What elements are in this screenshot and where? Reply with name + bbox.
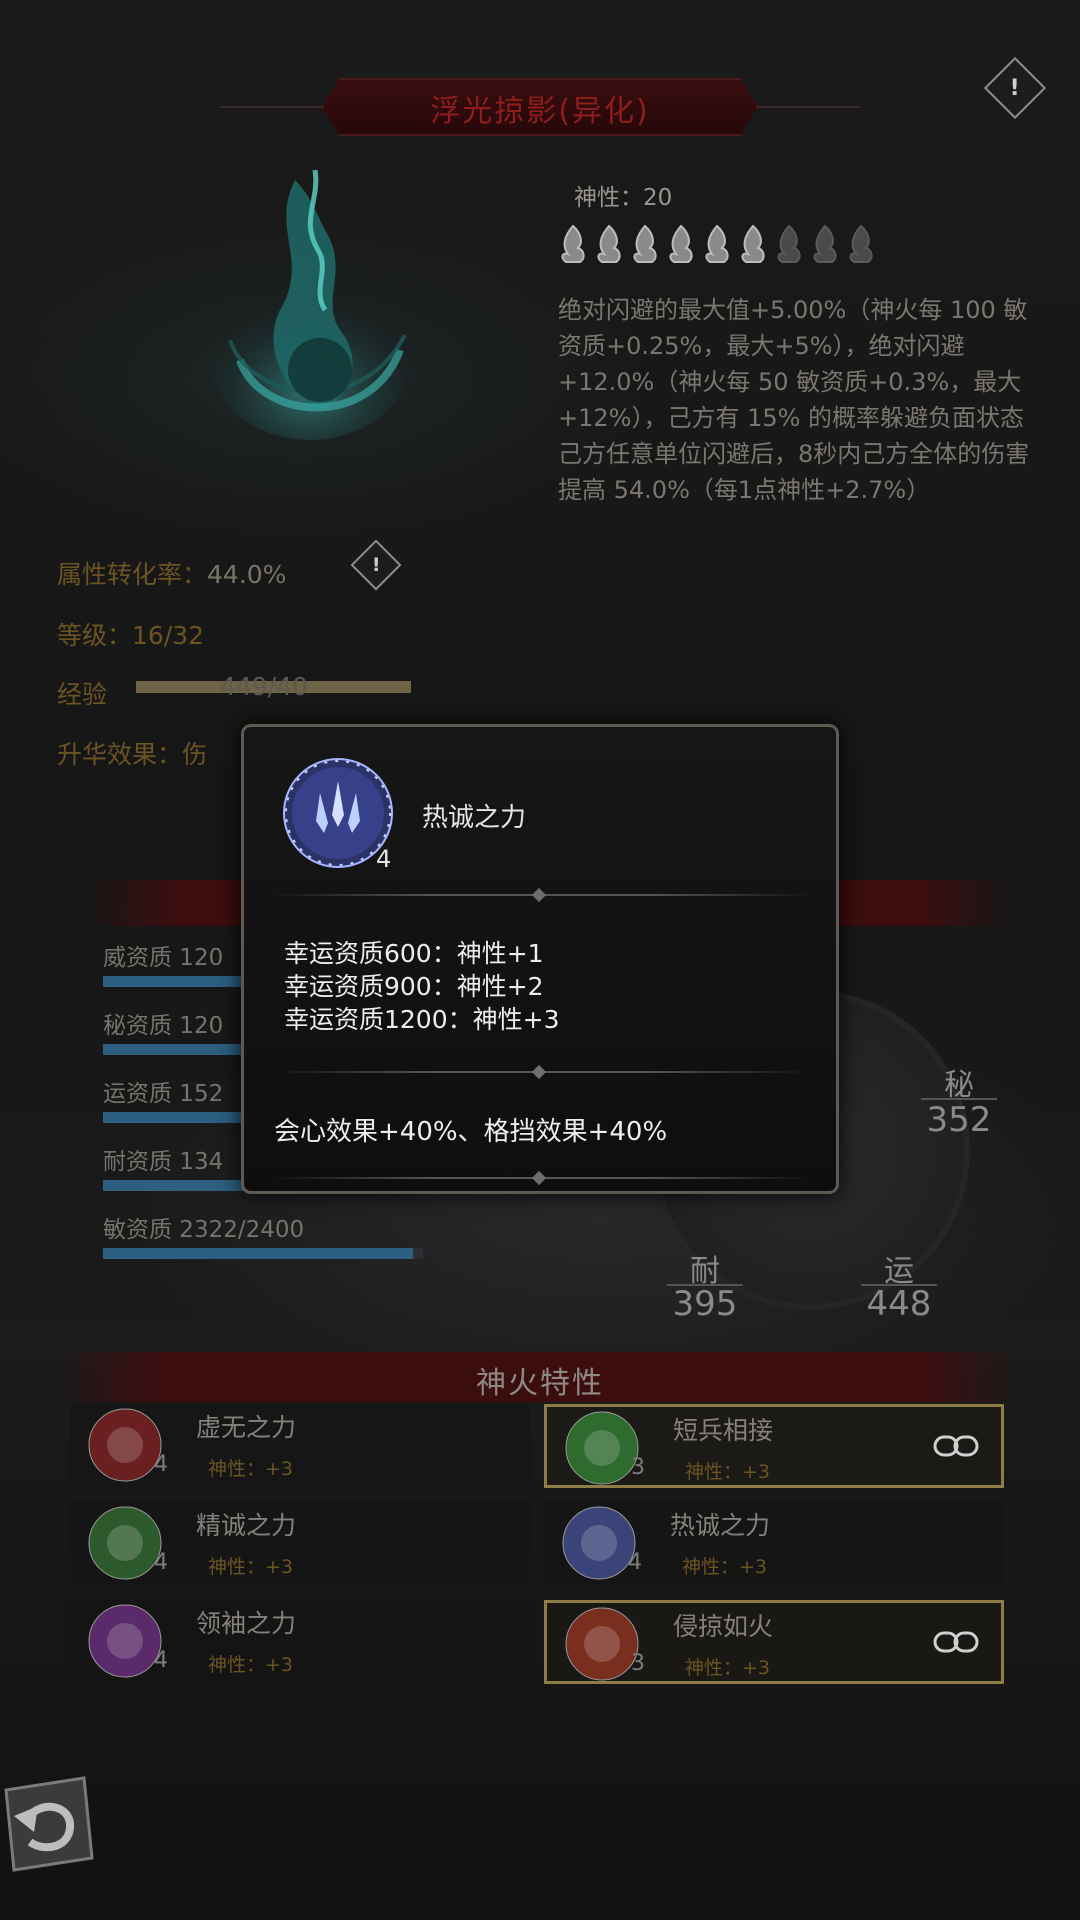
level-row: 等级：16/32 xyxy=(57,616,204,652)
exp-value: 449/40 xyxy=(220,672,308,701)
trait-card[interactable]: 4 领袖之力神性：+3 xyxy=(70,1600,530,1684)
traits-grid: 4 虚无之力 神性：+3 3 短兵相接 神性：+3 4 精诚之力 神性：+3 4 热诚之力 神性：+3… xyxy=(60,1404,1020,1694)
trait-divinity: 神性：+3 xyxy=(208,1458,294,1480)
conversion-row: 属性转化率：44.0% xyxy=(57,555,286,591)
trait-card[interactable]: 3 短兵相接神性：+3 xyxy=(544,1404,1004,1488)
modal-divider-mid xyxy=(272,1064,812,1080)
trait-level: 3 xyxy=(631,1651,645,1676)
effect-description: 绝对闪避的最大值+5.00%（神火每 100 敏资质+0.25%，最大+5%），… xyxy=(558,292,1038,508)
trait-name: 领袖之力 xyxy=(196,1609,297,1638)
title-line-right xyxy=(756,106,860,108)
trait-name: 短兵相接 xyxy=(673,1416,774,1445)
aptitude-bar-fill xyxy=(103,1044,263,1055)
aptitude-row: 敏资质 2322/2400 xyxy=(103,1210,523,1278)
flame-lit-icon xyxy=(705,224,729,263)
nai-value: 395 xyxy=(672,1284,738,1324)
trait-card[interactable]: 3 侵掠如火神性：+3 xyxy=(544,1600,1004,1684)
flame-lit-icon xyxy=(597,224,621,263)
mi-value: 352 xyxy=(926,1100,992,1140)
trait-divinity: 神性：+3 xyxy=(208,1654,294,1676)
flame-lit-icon xyxy=(633,224,657,263)
link-icon[interactable] xyxy=(933,1629,979,1655)
raid-fire-icon xyxy=(565,1607,639,1681)
trait-level: 3 xyxy=(631,1455,645,1480)
title-line-left xyxy=(220,106,324,108)
yun-value: 448 xyxy=(866,1284,932,1324)
trait-card[interactable]: 4 虚无之力神性：+3 xyxy=(70,1404,530,1488)
info-button[interactable]: ! xyxy=(983,56,1047,120)
trait-name: 侵掠如火 xyxy=(673,1612,774,1641)
level-label: 等级： xyxy=(57,621,133,650)
flame-lit-icon xyxy=(669,224,693,263)
conversion-label: 属性转化率： xyxy=(57,560,208,589)
traits-header: 神火特性 xyxy=(476,1366,604,1401)
requirement-line: 幸运资质1200：神性+3 xyxy=(284,1005,560,1034)
divinity-flames xyxy=(558,224,876,264)
level-value: 16/32 xyxy=(132,621,205,650)
trait-level: 4 xyxy=(628,1550,642,1575)
link-icon[interactable] xyxy=(933,1433,979,1459)
description-paragraph: 绝对闪避的最大值+5.00%（神火每 100 敏资质+0.25%，最大+5%），… xyxy=(558,296,1028,432)
flame-unlit-icon xyxy=(849,224,873,263)
trait-level: 4 xyxy=(154,1452,168,1477)
trait-detail-popup: 4 热诚之力 幸运资质600：神性+1 幸运资质900：神性+2 幸运资质1200：… xyxy=(241,724,839,1194)
description-paragraph: 己方任意单位闪避后，8秒内己方全体的伤害提高 54.0%（每1点神性+2.7%） xyxy=(558,440,1030,504)
conversion-value: 44.0% xyxy=(207,560,287,589)
trait-divinity: 神性：+3 xyxy=(208,1556,294,1578)
modal-divider-top xyxy=(272,887,812,903)
flame-lit-icon xyxy=(561,224,585,263)
trait-name: 热诚之力 xyxy=(670,1511,771,1540)
trait-divinity: 神性：+3 xyxy=(682,1556,768,1578)
page-title: 浮光掠影(异化) xyxy=(430,94,650,129)
game-screen: 浮光掠影(异化) ! 神性：20 绝对闪避的最大值+5.00%（神火每 100 … xyxy=(0,0,1080,1920)
modal-effect-text: 会心效果+40%、格挡效果+40% xyxy=(274,1117,668,1147)
trait-card[interactable]: 4 热诚之力神性：+3 xyxy=(544,1502,1004,1586)
back-button[interactable] xyxy=(0,1776,96,1874)
trait-divinity: 神性：+3 xyxy=(685,1461,771,1483)
modal-trait-name: 热诚之力 xyxy=(422,803,527,833)
modal-divider-bottom xyxy=(272,1170,812,1186)
trait-name: 精诚之力 xyxy=(196,1511,297,1540)
aptitude-bar xyxy=(103,1248,423,1259)
requirement-line: 幸运资质900：神性+2 xyxy=(284,972,544,1001)
sublimation-label: 升华效果：伤 xyxy=(57,740,208,769)
trait-level: 4 xyxy=(154,1550,168,1575)
trait-level: 4 xyxy=(154,1648,168,1673)
aptitude-bar-fill xyxy=(103,1248,414,1259)
exclamation-icon: ! xyxy=(371,553,381,576)
close-combat-icon xyxy=(565,1411,639,1485)
exclamation-icon: ! xyxy=(1009,75,1021,101)
artifact-image xyxy=(210,169,410,440)
trait-name: 虚无之力 xyxy=(196,1413,297,1442)
trait-card[interactable]: 4 精诚之力神性：+3 xyxy=(70,1502,530,1586)
conversion-info-button[interactable]: ! xyxy=(350,539,402,591)
exp-label: 经验 xyxy=(57,680,108,709)
aptitude-bar-fill xyxy=(103,976,263,987)
leader-power-icon xyxy=(88,1604,162,1678)
void-power-icon xyxy=(88,1408,162,1482)
requirement-line: 幸运资质600：神性+1 xyxy=(284,939,544,968)
flame-lit-icon xyxy=(741,224,765,263)
aptitude-label: 敏资质 2322/2400 xyxy=(103,1217,305,1243)
trait-divinity: 神性：+3 xyxy=(685,1657,771,1679)
requirement-list: 幸运资质600：神性+1 幸运资质900：神性+2 幸运资质1200：神性+3 xyxy=(284,937,559,1036)
divinity-label: 神性：20 xyxy=(574,185,673,211)
zeal-power-icon xyxy=(562,1506,636,1580)
sincerity-power-icon xyxy=(88,1506,162,1580)
modal-trait-level: 4 xyxy=(376,845,392,873)
flame-unlit-icon xyxy=(777,224,801,263)
flame-unlit-icon xyxy=(813,224,837,263)
